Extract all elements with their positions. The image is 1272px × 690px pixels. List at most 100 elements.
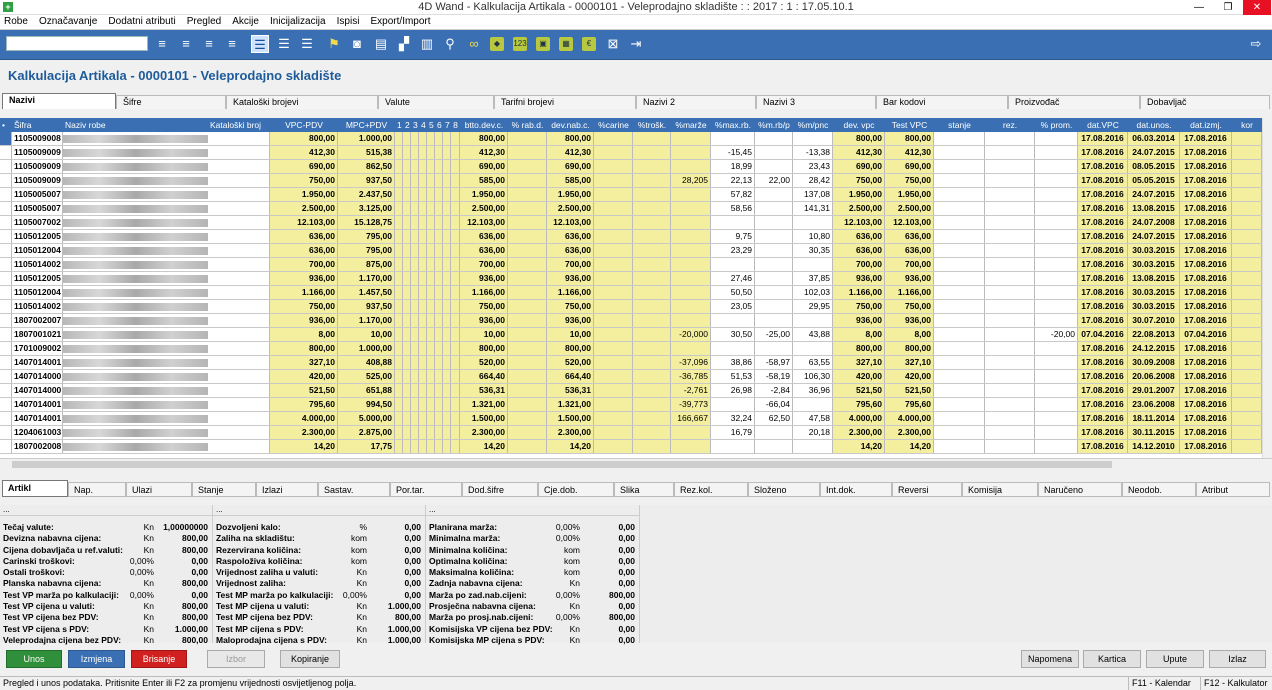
table-cell[interactable] <box>985 328 1035 341</box>
table-cell[interactable]: 17.08.2016 <box>1180 202 1232 215</box>
table-cell[interactable]: 17.08.2016 <box>1180 300 1232 313</box>
table-cell[interactable] <box>934 356 985 369</box>
table-cell[interactable]: 17.08.2016 <box>1180 384 1232 397</box>
table-cell[interactable] <box>411 314 419 327</box>
btab-slozeno[interactable]: Složeno <box>748 482 820 497</box>
table-cell[interactable]: 17.08.2016 <box>1180 146 1232 159</box>
table-row[interactable]: 1105012005 936,00 1.170,00 936,00 936,00 27,4… <box>0 272 1262 286</box>
table-cell[interactable] <box>594 146 633 159</box>
table-cell[interactable]: 1.166,00 <box>460 286 508 299</box>
tab-nazivi2[interactable]: Nazivi 2 <box>636 95 756 109</box>
table-cell[interactable]: 1.321,00 <box>460 398 508 411</box>
table-cell[interactable] <box>1035 216 1078 229</box>
table-cell[interactable] <box>411 216 419 229</box>
col-header[interactable]: 8 <box>451 118 460 132</box>
table-cell[interactable]: 17.08.2016 <box>1078 174 1128 187</box>
row-selector[interactable] <box>0 146 12 159</box>
table-cell[interactable]: 420,00 <box>885 370 934 383</box>
table-cell[interactable]: 520,00 <box>547 356 594 369</box>
table-cell[interactable]: 1105005007 <box>12 188 63 201</box>
table-cell[interactable]: 636,00 <box>833 244 885 257</box>
table-cell[interactable] <box>671 272 711 285</box>
btab-neodob[interactable]: Neodob. <box>1122 482 1196 497</box>
table-cell[interactable]: 2.500,00 <box>833 202 885 215</box>
table-cell[interactable] <box>594 412 633 425</box>
row-selector[interactable] <box>0 174 12 187</box>
table-cell[interactable] <box>633 230 671 243</box>
row-selector[interactable] <box>0 314 12 327</box>
table-cell[interactable]: -39,773 <box>671 398 711 411</box>
col-header[interactable]: dat.izmj. <box>1180 118 1232 132</box>
table-cell[interactable]: -13,38 <box>793 146 833 159</box>
table-cell[interactable] <box>755 202 793 215</box>
table-cell[interactable] <box>451 440 460 453</box>
table-cell[interactable] <box>419 370 427 383</box>
table-cell[interactable]: 24.07.2015 <box>1128 230 1180 243</box>
table-cell[interactable] <box>419 356 427 369</box>
table-cell[interactable] <box>755 342 793 355</box>
table-cell[interactable]: 1.500,00 <box>547 412 594 425</box>
table-cell[interactable]: 700,00 <box>547 258 594 271</box>
table-row[interactable]: 1407014000 420,00 525,00 664,40 664,40 -36,78… <box>0 370 1262 384</box>
list-insert-icon[interactable]: ≡ <box>177 35 195 53</box>
panel-row[interactable]: Zaliha na skladištu: kom 0,00 <box>213 533 425 544</box>
table-cell[interactable]: 1.950,00 <box>547 188 594 201</box>
table-cell[interactable]: 2.500,00 <box>460 202 508 215</box>
table-cell[interactable] <box>633 440 671 453</box>
table-cell[interactable]: 2.500,00 <box>547 202 594 215</box>
table-cell[interactable]: 1105014002 <box>12 258 63 271</box>
table-cell[interactable] <box>755 188 793 201</box>
table-cell[interactable] <box>403 440 411 453</box>
table-cell[interactable] <box>451 328 460 341</box>
table-cell[interactable]: 17.08.2016 <box>1180 440 1232 453</box>
table-cell[interactable]: 520,00 <box>460 356 508 369</box>
izbor-button[interactable]: Izbor <box>207 650 265 668</box>
table-cell[interactable] <box>671 440 711 453</box>
table-cell[interactable] <box>395 202 403 215</box>
table-cell[interactable] <box>443 356 451 369</box>
table-cell[interactable] <box>934 132 985 145</box>
table-cell[interactable] <box>403 300 411 313</box>
table-cell[interactable]: 795,00 <box>338 244 395 257</box>
table-cell[interactable]: 795,60 <box>270 398 338 411</box>
table-cell[interactable] <box>443 216 451 229</box>
table-cell[interactable] <box>1035 188 1078 201</box>
panel-row[interactable]: Devizna nabavna cijena: Kn 800,00 <box>0 533 212 544</box>
table-cell[interactable]: 1.457,50 <box>338 286 395 299</box>
menu-ispisi[interactable]: Ispisi <box>333 15 364 29</box>
table-cell[interactable] <box>419 398 427 411</box>
table-cell[interactable] <box>508 244 547 257</box>
panel-row[interactable]: Carinski troškovi: 0,00% 0,00 <box>0 556 212 567</box>
table-cell[interactable] <box>1232 160 1262 173</box>
table-cell[interactable] <box>435 216 443 229</box>
table-row[interactable]: 1407014001 4.000,00 5.000,00 1.500,00 1.500,… <box>0 412 1262 426</box>
table-cell[interactable] <box>985 230 1035 243</box>
table-cell[interactable] <box>934 216 985 229</box>
panel-row[interactable]: Test MP cijena u valuti: Kn 1.000,00 <box>213 601 425 612</box>
table-cell[interactable] <box>633 398 671 411</box>
table-cell[interactable]: 14,20 <box>547 440 594 453</box>
table-cell[interactable] <box>793 132 833 145</box>
table-cell[interactable] <box>985 132 1035 145</box>
table-cell[interactable] <box>508 412 547 425</box>
table-cell[interactable] <box>403 314 411 327</box>
table-cell[interactable] <box>934 384 985 397</box>
camera-icon[interactable]: ◙ <box>348 35 366 53</box>
table-cell[interactable]: 936,00 <box>547 314 594 327</box>
table-cell[interactable] <box>395 356 403 369</box>
table-cell[interactable]: 412,30 <box>833 146 885 159</box>
panel-row[interactable]: Marža po zad.nab.cijeni: 0,00% 800,00 <box>426 590 639 601</box>
table-cell[interactable] <box>395 412 403 425</box>
panel-row[interactable]: Minimalna marža: 0,00% 0,00 <box>426 533 639 544</box>
table-cell[interactable]: 17.08.2016 <box>1180 160 1232 173</box>
table-cell[interactable]: 17.08.2016 <box>1078 356 1128 369</box>
table-cell[interactable]: 30.03.2015 <box>1128 300 1180 313</box>
table-cell[interactable] <box>435 356 443 369</box>
table-cell[interactable] <box>451 314 460 327</box>
menu-pregled[interactable]: Pregled <box>183 15 225 29</box>
table-cell[interactable]: 18.11.2014 <box>1128 412 1180 425</box>
table-cell[interactable] <box>985 314 1035 327</box>
table-cell[interactable] <box>508 286 547 299</box>
panel-row[interactable]: Planirana marža: 0,00% 0,00 <box>426 522 639 533</box>
table-cell[interactable] <box>1232 132 1262 145</box>
